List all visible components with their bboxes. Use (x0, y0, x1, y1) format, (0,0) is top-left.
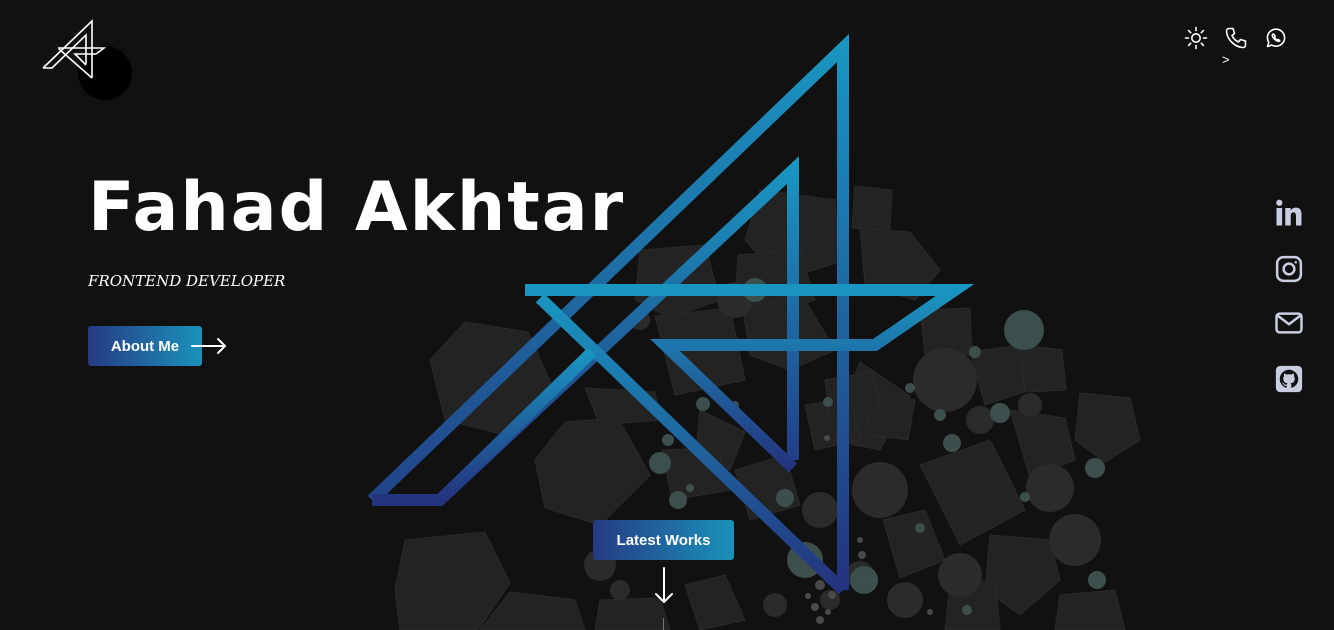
sun-icon[interactable] (1182, 24, 1210, 52)
latest-works-button[interactable]: Latest Works (593, 520, 734, 560)
caret-text: > (1222, 52, 1230, 67)
logo-icon[interactable] (40, 18, 106, 80)
phone-icon[interactable] (1222, 24, 1250, 52)
linkedin-icon[interactable] (1272, 196, 1306, 230)
hero-role: FRONTEND DEVELOPER (88, 272, 286, 290)
about-me-button[interactable]: About Me (88, 326, 202, 366)
instagram-icon[interactable] (1272, 252, 1306, 286)
hero-section: > Fahad Akhtar FRONTEND DEVELOPER About … (0, 0, 1334, 630)
github-icon[interactable] (1272, 362, 1306, 396)
scroll-line (663, 618, 664, 630)
arrow-down-icon[interactable] (653, 566, 675, 606)
header-actions (1180, 24, 1290, 52)
whatsapp-icon[interactable] (1262, 24, 1290, 52)
arrow-right-icon (191, 338, 226, 354)
hero-name: Fahad Akhtar (88, 168, 626, 247)
mail-icon[interactable] (1272, 306, 1306, 340)
